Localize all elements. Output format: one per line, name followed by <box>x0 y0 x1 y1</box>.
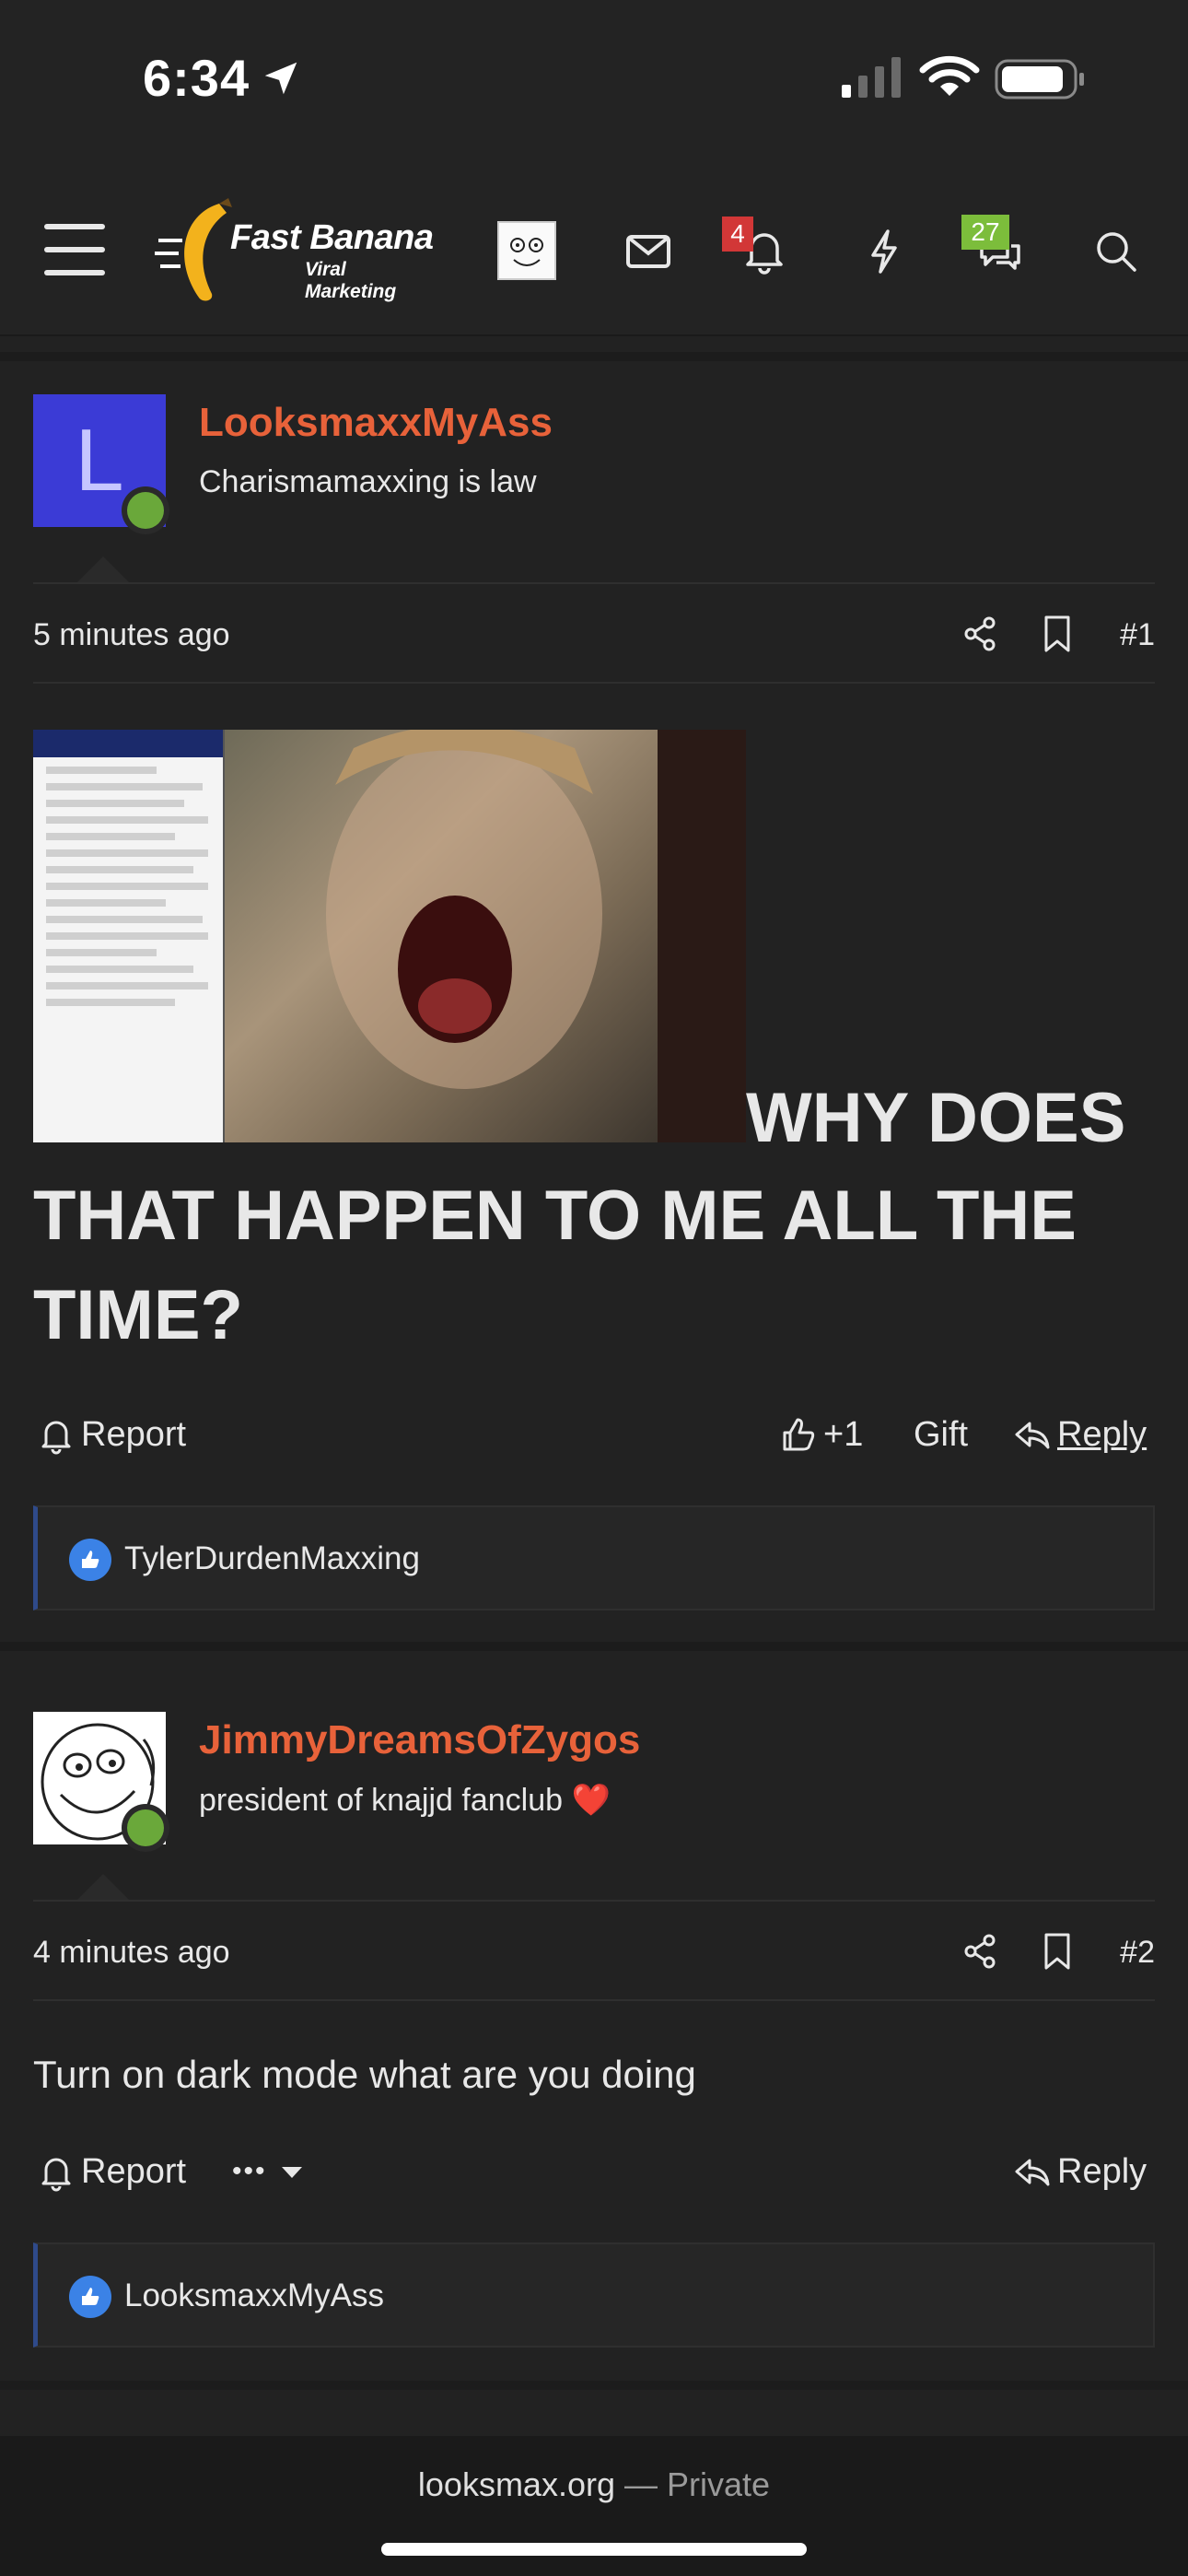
meme-face-icon <box>510 238 543 266</box>
alerts-badge: 4 <box>722 217 753 252</box>
post-body: Turn on dark mode what are you doing <box>33 2053 696 2096</box>
section-divider <box>0 2381 1188 2390</box>
gift-label: Gift <box>914 1415 969 1454</box>
chevron-down-icon <box>281 2167 302 2178</box>
username[interactable]: JimmyDreamsOfZygos <box>199 1717 640 1763</box>
thumbs-up-icon <box>783 1418 815 1450</box>
search-icon[interactable] <box>1090 226 1142 277</box>
post-time[interactable]: 4 minutes ago <box>33 1935 230 1971</box>
url-domain: looksmax.org <box>417 2465 615 2503</box>
section-divider <box>0 1642 1188 1651</box>
bell-icon <box>41 1421 71 1454</box>
more-label: ••• <box>232 2156 267 2186</box>
report-label: Report <box>81 2152 187 2191</box>
bookmark-icon[interactable] <box>1039 614 1076 654</box>
report-button[interactable]: Report <box>37 2152 186 2192</box>
like-reaction-icon <box>69 1539 111 1581</box>
reply-icon <box>1015 2159 1050 2185</box>
avatar-pointer <box>77 1874 129 1900</box>
url-separator: — <box>624 2465 658 2503</box>
bookmark-icon[interactable] <box>1039 1931 1076 1972</box>
location-arrow-icon <box>264 62 297 95</box>
post-time[interactable]: 5 minutes ago <box>33 617 230 653</box>
lightning-icon[interactable] <box>858 226 910 277</box>
liked-by-user[interactable]: LooksmaxxMyAss <box>124 2277 384 2314</box>
like-button[interactable]: +1 <box>779 1415 863 1455</box>
url-text[interactable]: looksmax.org — Private <box>0 2465 1188 2504</box>
battery-icon <box>995 59 1084 100</box>
online-status-icon <box>122 486 169 534</box>
post-meta: 5 minutes ago #1 <box>33 582 1155 684</box>
liked-by-user[interactable]: TylerDurdenMaxxing <box>124 1540 420 1577</box>
banana-icon <box>155 198 232 301</box>
screenshot-thumbnail <box>33 730 225 1142</box>
status-time: 6:34 <box>143 49 250 107</box>
site-logo[interactable]: Fast Banana Viral Marketing <box>155 196 440 307</box>
post-actions: Report +1 Gift Reply <box>33 1406 1155 1470</box>
post-number[interactable]: #2 <box>1120 1935 1155 1971</box>
bell-icon <box>41 2158 71 2191</box>
post-body-line: TIME? <box>33 1276 243 1354</box>
like-count: +1 <box>823 1415 864 1454</box>
app-header: Fast Banana Viral Marketing 4 27 <box>0 161 1188 336</box>
reply-icon <box>1015 1422 1050 1448</box>
post-image[interactable] <box>33 730 746 1142</box>
reply-button[interactable]: Reply <box>1013 2152 1147 2192</box>
reply-label: Reply <box>1057 2152 1147 2191</box>
reply-button[interactable]: Reply <box>1013 1415 1147 1455</box>
cellular-signal-icon <box>842 57 901 98</box>
likes-summary[interactable]: LooksmaxxMyAss <box>33 2242 1155 2348</box>
wifi-icon <box>919 55 980 96</box>
post-actions: Report ••• Reply <box>33 2143 1155 2207</box>
status-bar: 6:34 <box>0 0 1188 161</box>
user-title: Charismamaxxing is law <box>199 464 537 499</box>
report-button[interactable]: Report <box>37 1415 186 1455</box>
conversations-badge: 27 <box>961 215 1009 250</box>
reply-label: Reply <box>1057 1415 1147 1454</box>
online-status-icon <box>122 1804 169 1852</box>
inbox-icon[interactable] <box>623 226 674 277</box>
more-options-button[interactable]: ••• <box>232 2152 311 2191</box>
share-icon[interactable] <box>960 1931 1000 1972</box>
report-label: Report <box>81 1415 187 1454</box>
section-divider <box>0 352 1188 361</box>
post-body-line: WHY DOES <box>746 1079 1126 1157</box>
url-privacy: Private <box>667 2465 771 2503</box>
user-title: president of knajjd fanclub ❤️ <box>199 1783 611 1818</box>
post-body-line: THAT HAPPEN TO ME ALL THE <box>33 1177 1077 1255</box>
post-meta: 4 minutes ago #2 <box>33 1900 1155 2001</box>
logo-name: Fast Banana <box>230 218 434 257</box>
likes-summary[interactable]: TylerDurdenMaxxing <box>33 1505 1155 1610</box>
like-reaction-icon <box>69 2276 111 2318</box>
reaction-image <box>225 730 746 1142</box>
avatar[interactable] <box>33 1712 169 1852</box>
home-indicator[interactable] <box>381 2543 807 2556</box>
username[interactable]: LooksmaxxMyAss <box>199 400 553 446</box>
share-icon[interactable] <box>960 614 1000 654</box>
browser-url-bar[interactable]: looksmax.org — Private <box>0 2436 1188 2576</box>
account-avatar[interactable] <box>497 221 556 280</box>
post-number[interactable]: #1 <box>1120 617 1155 653</box>
gift-button[interactable]: Gift <box>914 1415 968 1455</box>
menu-icon[interactable] <box>44 224 105 275</box>
avatar[interactable]: L <box>33 394 169 534</box>
logo-tagline: Viral Marketing <box>305 259 397 302</box>
avatar-pointer <box>77 556 129 582</box>
